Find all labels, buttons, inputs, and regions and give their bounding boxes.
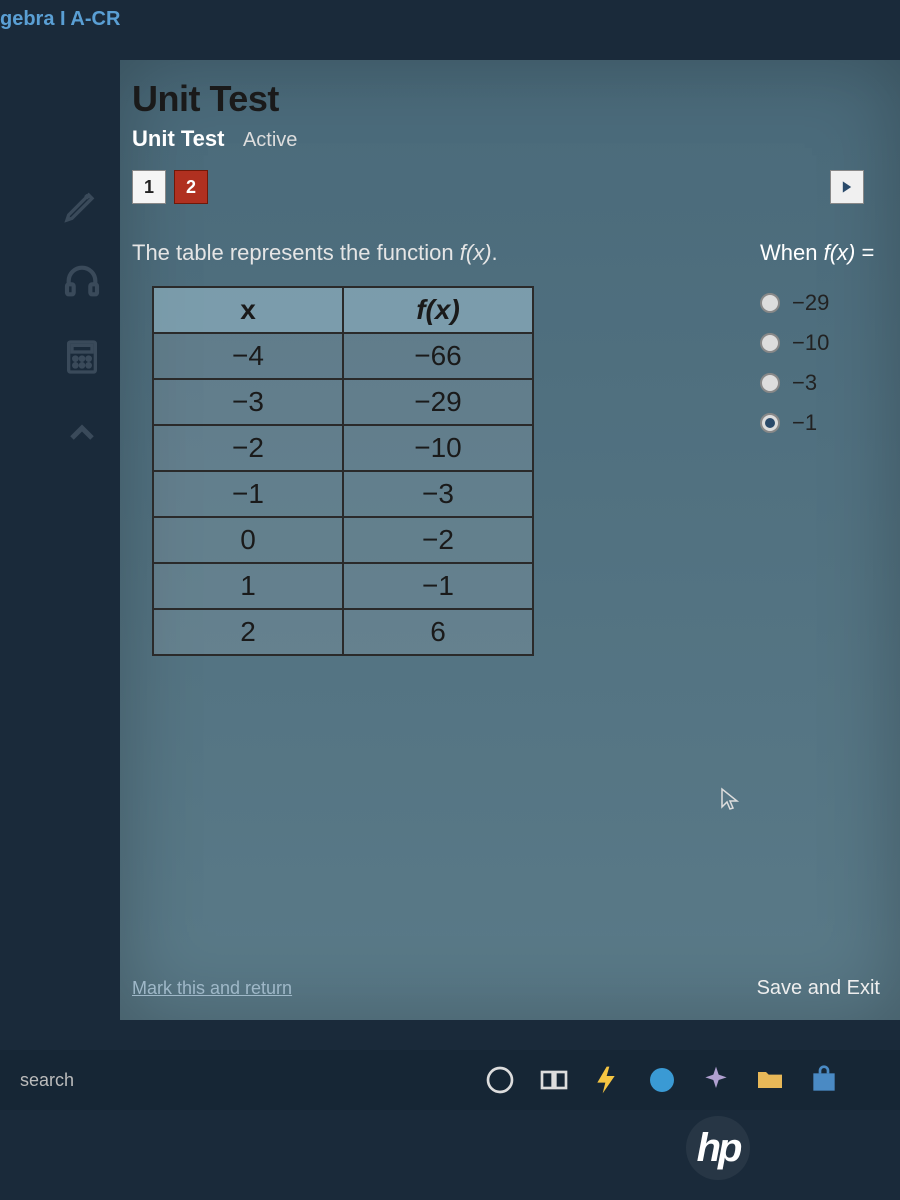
radio-icon [760,373,780,393]
table-row: 0−2 [153,517,533,563]
collapse-icon[interactable] [57,408,107,458]
table-row: 1−1 [153,563,533,609]
option-label: −29 [792,290,829,316]
question-nav-1[interactable]: 1 [132,170,166,204]
radio-icon [760,333,780,353]
option-label: −10 [792,330,829,356]
table-header-fx: f(x) [343,287,533,333]
test-title: Unit Test [132,78,888,120]
power-icon[interactable] [592,1064,624,1096]
test-header: Unit Test Unit Test Active [120,60,900,162]
pencil-icon[interactable] [57,180,107,230]
test-status: Active [243,129,297,151]
taskbar-search[interactable]: search [20,1070,300,1091]
option-2[interactable]: −10 [760,330,900,356]
option-1[interactable]: −29 [760,290,900,316]
prompt-fn: f(x) [460,240,492,265]
edge-icon[interactable] [646,1064,678,1096]
taskbar-icons [484,1064,840,1096]
prompt-suffix: . [492,240,498,265]
cortana-icon[interactable] [484,1064,516,1096]
headphones-icon[interactable] [57,256,107,306]
course-label: gebra I A-CR [0,0,900,31]
answer-prompt-suffix: = [855,240,874,265]
prompt-text: The table represents the function [132,240,460,265]
option-label: −1 [792,410,817,436]
cursor-icon [720,787,740,820]
next-button[interactable] [830,170,864,204]
answer-prompt: When f(x) = [760,240,900,266]
task-view-icon[interactable] [538,1064,570,1096]
test-panel: Unit Test Unit Test Active 1 2 The table… [120,60,900,1020]
table-header-x: x [153,287,343,333]
calculator-icon[interactable] [57,332,107,382]
option-4[interactable]: −1 [760,410,900,436]
table-row: −4−66 [153,333,533,379]
option-label: −3 [792,370,817,396]
table-row: 26 [153,609,533,655]
table-row: −1−3 [153,471,533,517]
answer-prompt-fn: f(x) [824,240,856,265]
sparkle-icon[interactable] [700,1064,732,1096]
radio-icon [760,413,780,433]
option-3[interactable]: −3 [760,370,900,396]
save-and-exit-button[interactable]: Save and Exit [757,977,880,1000]
radio-icon [760,293,780,313]
question-footer: Mark this and return Save and Exit [132,977,880,1000]
table-row: −2−10 [153,425,533,471]
store-icon[interactable] [808,1064,840,1096]
test-subtitle: Unit Test [132,126,224,151]
function-table: x f(x) −4−66 −3−29 −2−10 −1−3 0−2 1−1 26 [152,286,534,656]
windows-taskbar[interactable]: search [0,1050,900,1110]
question-nav: 1 2 [120,162,900,224]
answer-prompt-prefix: When [760,240,824,265]
folder-icon[interactable] [754,1064,786,1096]
table-row: −3−29 [153,379,533,425]
mark-and-return-link[interactable]: Mark this and return [132,978,292,999]
answer-column: When f(x) = −29 −10 −3 −1 [760,240,900,450]
hp-logo: hp [686,1116,750,1180]
tool-sidebar [52,180,112,458]
question-nav-2[interactable]: 2 [174,170,208,204]
question-content: The table represents the function f(x). … [120,224,900,954]
test-subtitle-row: Unit Test Active [132,126,888,152]
